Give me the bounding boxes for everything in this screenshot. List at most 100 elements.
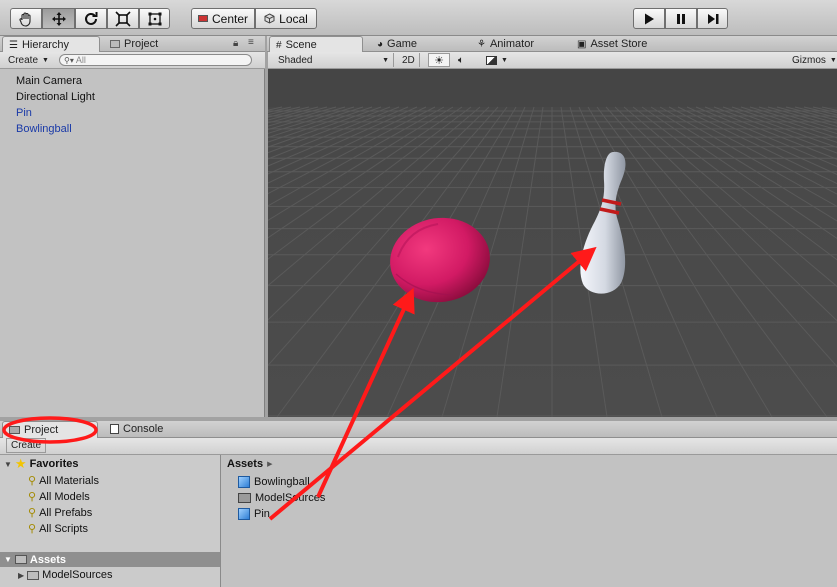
dropdown-arrow-icon: ▼ [42,56,49,64]
assets-breadcrumb: Assets ▶ [227,458,272,470]
project-folder-tree: ▼ ★ Favorites ⚲ All Materials ⚲ All Mode… [0,455,221,587]
tab-hierarchy[interactable]: ☰ Hierarchy [2,36,100,53]
scale-tool-button[interactable] [107,8,139,29]
tab-console[interactable]: Console [104,421,169,437]
favorites-item-all-scripts[interactable]: ⚲ All Scripts [28,522,88,536]
panel-menu-icon[interactable]: ≡ [248,37,254,48]
tab-project-top[interactable]: Project [104,36,164,52]
rotate-icon [85,11,98,25]
favorites-item-label: All Scripts [39,522,88,535]
local-space-icon [264,13,275,24]
search-filter-icon: ⚲ [28,475,37,487]
tab-project[interactable]: Project [2,421,98,438]
console-icon [110,424,119,434]
scene-effects-dropdown[interactable]: ▼ [482,53,518,67]
star-icon: ★ [14,456,27,471]
favorites-item-all-models[interactable]: ⚲ All Models [28,490,90,504]
hierarchy-search-placeholder: All [75,55,86,65]
dropdown-arrow-icon: ▼ [829,56,837,64]
move-tool-button[interactable] [42,8,75,29]
project-tabstrip: Project Console [0,421,837,438]
toggle-2d-label: 2D [402,54,415,66]
scene-grid-icon: # [276,39,282,51]
tab-game[interactable]: ◕ Game [371,36,423,52]
play-button[interactable] [633,8,665,29]
hierarchy-search-input[interactable]: ⚲▾ All [59,54,252,66]
pivot-center-toggle[interactable]: Center [191,8,255,29]
tab-game-label: Game [387,38,418,50]
folder-icon [27,570,40,580]
assets-tree-item-modelsources[interactable]: ▶ ModelSources [18,569,112,581]
scene-viewport[interactable] [268,69,837,417]
hand-tool-button[interactable] [10,8,42,29]
pivot-label: Center [211,11,249,26]
tab-asset-store[interactable]: ▣ Asset Store [571,36,653,52]
rect-tool-button[interactable] [139,8,170,29]
breadcrumb-assets[interactable]: Assets [227,458,263,470]
project-toolbar: Create [0,438,837,455]
asset-item-modelsources[interactable]: ModelSources [238,492,325,504]
gizmos-dropdown[interactable]: Gizmos ▼ [788,53,837,67]
tab-animator-label: Animator [489,38,534,50]
hand-icon [19,11,31,27]
scene-canvas[interactable] [268,69,837,417]
pause-button[interactable] [665,8,697,29]
hierarchy-tabstrip: ☰ Hierarchy Project 🔒︎ ≡ [0,36,265,53]
project-browser: ▼ ★ Favorites ⚲ All Materials ⚲ All Mode… [0,455,837,587]
hierarchy-create-label: Create [8,54,39,66]
project-create-label: Create [11,440,42,451]
collapse-arrow-icon[interactable]: ▶ [18,571,24,580]
image-icon [486,55,497,65]
expand-arrow-icon[interactable]: ▼ [4,555,12,564]
assets-tree-header[interactable]: ▼ Assets [0,552,220,567]
project-create-dropdown[interactable]: Create [6,438,47,453]
speaker-icon: 🔈︎ [458,54,464,66]
favorites-header[interactable]: ▼ ★ Favorites [4,456,79,471]
assets-tree-item-label: ModelSources [42,569,113,581]
favorites-item-all-prefabs[interactable]: ⚲ All Prefabs [28,506,92,520]
pivot-icon [197,15,208,22]
animator-icon: ⚘ [477,38,486,50]
shading-mode-dropdown[interactable]: Shaded ▼ [274,53,394,67]
hierarchy-item-main-camera[interactable]: Main Camera [16,75,82,87]
hierarchy-list: Main Camera Directional Light Pin Bowlin… [0,69,265,417]
scene-toolbar: Shaded ▼ 2D ☀ 🔈︎ ▼ Gizmos ▼ [268,52,837,69]
tab-scene-label: Scene [285,39,317,51]
favorites-item-all-materials[interactable]: ⚲ All Materials [28,474,99,488]
hierarchy-create-dropdown[interactable]: Create ▼ [4,53,53,67]
favorites-item-label: All Models [39,490,90,503]
search-filter-icon: ⚲ [28,507,37,519]
space-label: Local [279,11,308,26]
scene-lighting-toggle[interactable]: ☀ [428,53,450,67]
lock-icon[interactable]: 🔒︎ [233,38,238,49]
expand-arrow-icon[interactable]: ▼ [4,460,12,469]
scene-tabstrip: # Scene ◕ Game ⚘ Animator ▣ Asset Store [267,36,837,53]
game-icon: ◕ [377,38,384,50]
hierarchy-item-pin[interactable]: Pin [16,107,32,119]
asset-store-icon: ▣ [577,38,587,50]
tab-asset-store-label: Asset Store [590,38,648,50]
hierarchy-item-directional-light[interactable]: Directional Light [16,91,95,103]
main-toolbar: Center Local [0,0,837,36]
assets-tree-label: Assets [29,553,66,566]
hierarchy-item-bowlingball[interactable]: Bowlingball [16,123,72,135]
space-local-toggle[interactable]: Local [255,8,317,29]
tab-project-top-label: Project [124,38,159,50]
tab-scene[interactable]: # Scene [269,36,363,53]
toggle-2d-button[interactable]: 2D [398,53,420,67]
step-button[interactable] [697,8,728,29]
search-icon: ⚲▾ [64,55,74,65]
asset-item-bowlingball[interactable]: Bowlingball [238,476,310,488]
folder-icon [110,40,120,48]
scene-audio-toggle[interactable]: 🔈︎ [454,53,468,67]
rotate-tool-button[interactable] [75,8,107,29]
sun-icon: ☀ [434,54,444,67]
move-icon [51,11,66,26]
folder-icon [238,493,251,503]
shading-mode-label: Shaded [278,54,313,66]
asset-item-pin[interactable]: Pin [238,508,270,520]
gizmos-label: Gizmos [792,54,826,66]
tab-animator[interactable]: ⚘ Animator [471,36,540,52]
play-icon [645,13,654,24]
tab-project-label: Project [24,424,59,436]
